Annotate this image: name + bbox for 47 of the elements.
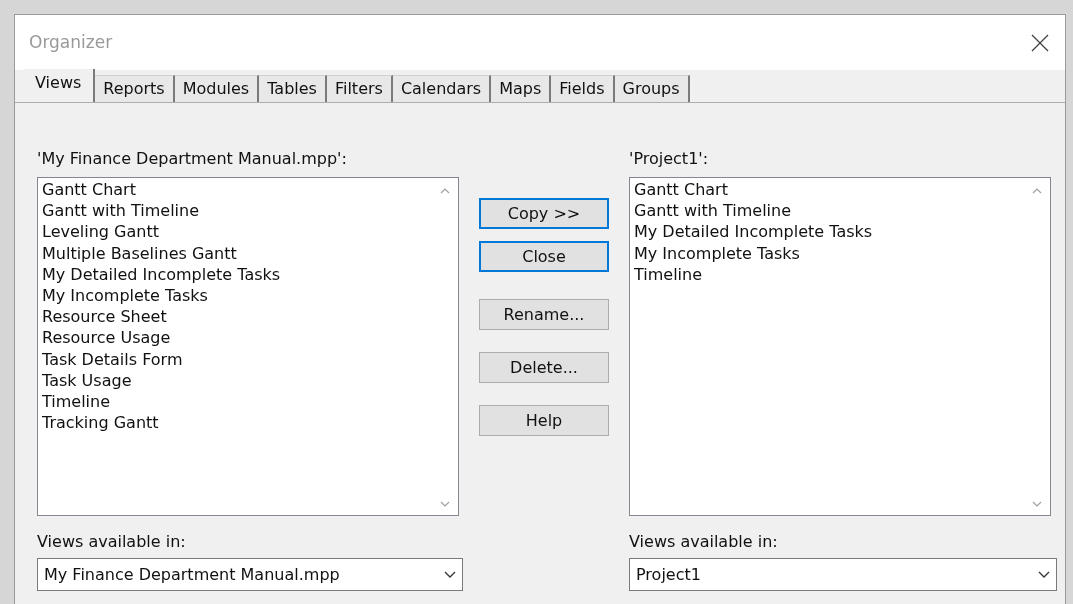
chevron-down-icon [444,571,456,578]
tab[interactable]: Tables [259,75,327,102]
list-label: 'Project1': [629,148,710,170]
list-item[interactable]: Timeline [634,263,1050,285]
list-item[interactable]: My Incomplete Tasks [42,285,458,307]
list-item[interactable]: Resource Usage [42,327,458,349]
tab[interactable]: Filters [326,75,393,102]
list-item[interactable]: Gantt with Timeline [634,200,1050,222]
list-item[interactable]: My Detailed Incomplete Tasks [42,263,458,285]
list-label: 'My Finance Department Manual.mpp': [37,148,348,170]
dialog-button[interactable]: Close [479,241,609,272]
available-dropdown[interactable]: Project1 [629,558,1057,591]
available-dropdown[interactable]: My Finance Department Manual.mpp [37,558,463,591]
tab[interactable]: Fields [551,75,615,102]
scroll-down-icon[interactable] [1032,501,1042,507]
list-item[interactable]: Gantt Chart [42,179,458,201]
views-list[interactable]: Gantt Chart Gantt with Timeline My Detailed Incomplete Tasks My Incomplete Tasks Timeline [629,177,1051,516]
list-item[interactable]: My Incomplete Tasks [634,242,1050,264]
window-title: Organizer [29,30,113,54]
scroll-down-icon[interactable] [440,501,450,507]
dialog-button[interactable]: Copy >> [479,198,609,229]
scroll-up-icon[interactable] [1032,188,1042,194]
list-item[interactable]: Leveling Gantt [42,221,458,243]
tab[interactable]: Maps [491,75,552,102]
tab[interactable]: Calendars [392,75,492,102]
list-item[interactable]: Task Usage [42,369,458,392]
list-item[interactable]: Tracking Gantt [42,412,458,434]
list-item[interactable]: Gantt with Timeline [42,200,458,222]
tab[interactable]: Modules [174,75,260,102]
list-item[interactable]: Gantt Chart [634,179,1050,201]
tab[interactable]: Groups [614,75,690,102]
close-icon[interactable] [1031,33,1049,52]
list-item[interactable]: Resource Sheet [42,306,458,328]
dialog-button[interactable]: Help [479,405,609,436]
list-item[interactable]: Task Details Form [42,348,458,370]
views-list[interactable] [37,177,459,516]
available-label: Views available in: [629,531,779,553]
list-item[interactable]: Multiple Baselines Gantt [42,242,458,264]
chevron-down-icon [1038,571,1050,578]
tab[interactable]: Views [23,69,96,102]
list-item[interactable]: Timeline [42,391,458,413]
scroll-up-icon[interactable] [440,188,450,194]
dialog-button[interactable]: Delete... [479,352,609,383]
dialog-button[interactable]: Rename... [479,299,609,330]
list-item[interactable]: My Detailed Incomplete Tasks [634,221,1050,243]
tab[interactable]: Reports [95,75,175,102]
available-label: Views available in: [37,531,187,553]
